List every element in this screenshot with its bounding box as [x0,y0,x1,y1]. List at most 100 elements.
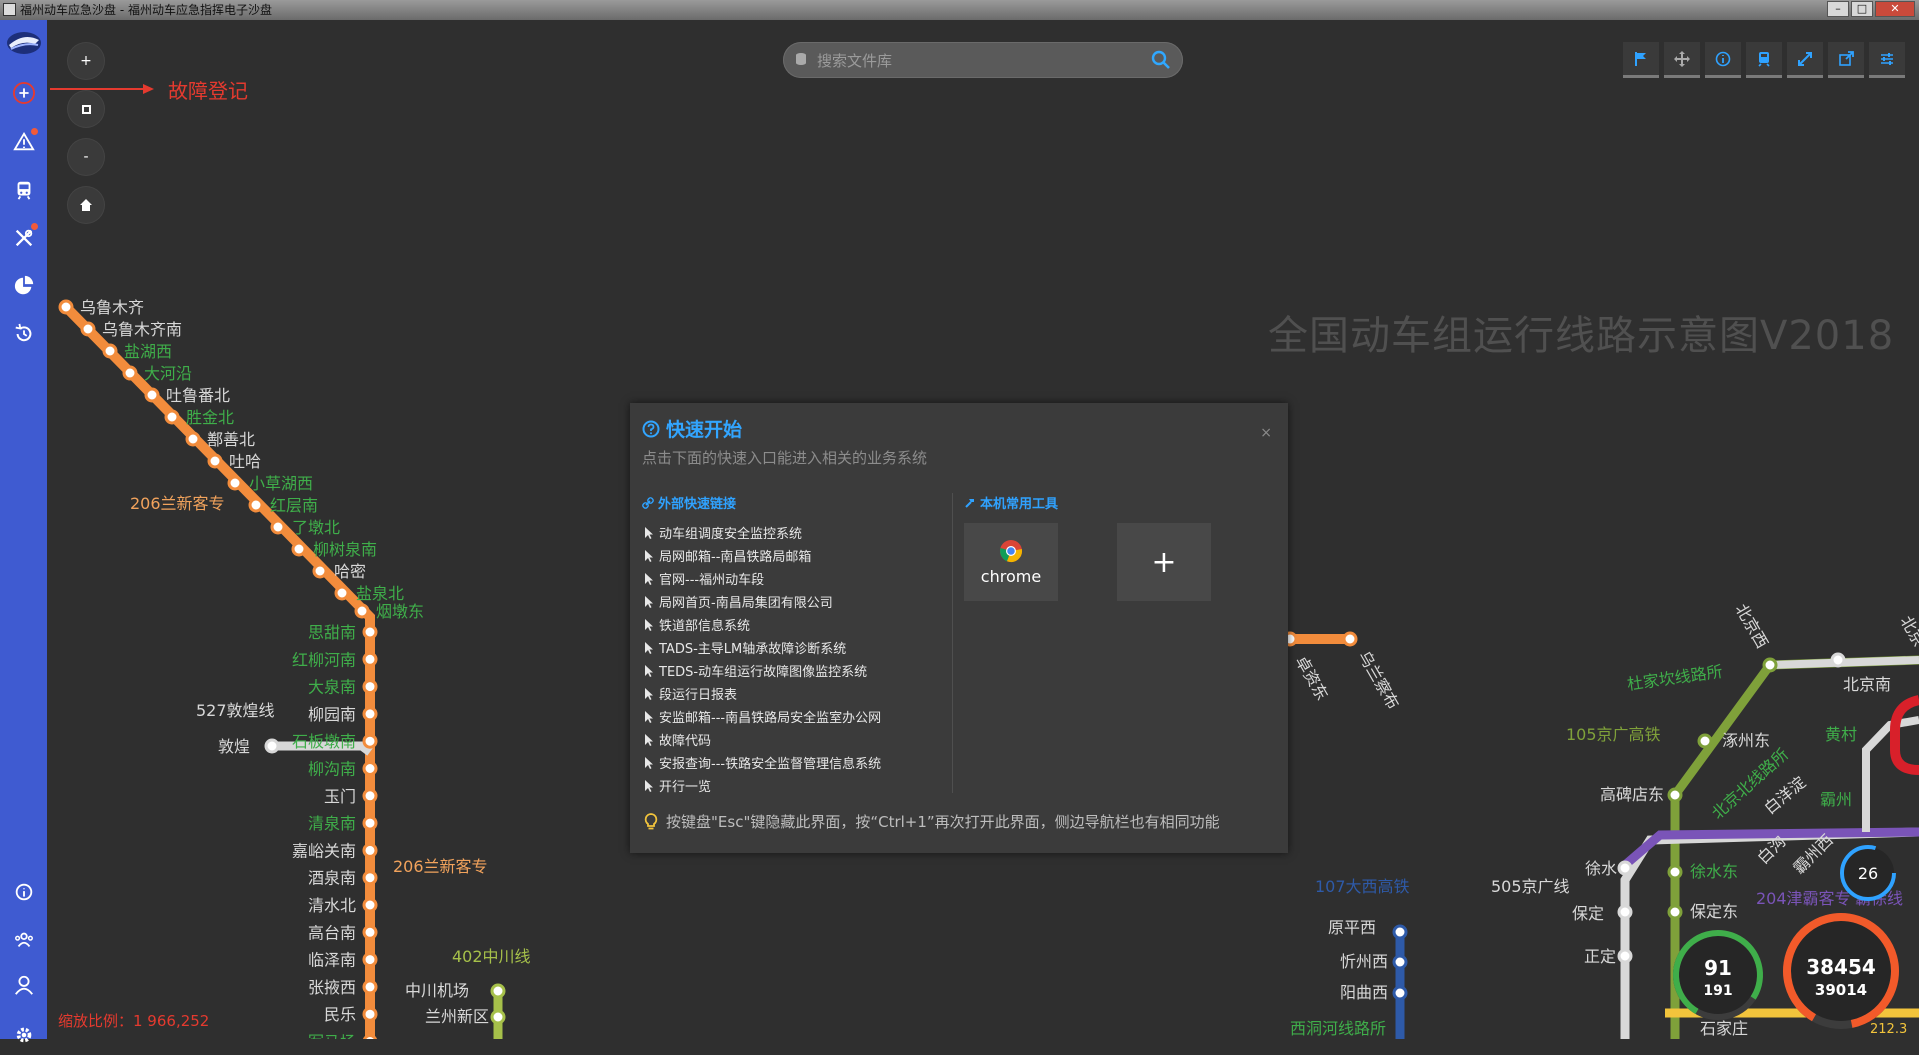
station-label: 军马场 [308,1033,356,1040]
quick-link-10[interactable]: 安报查询---铁路安全监督管理信息系统 [644,751,944,774]
cursor-icon [645,572,653,585]
station-marker[interactable] [270,519,286,535]
quick-link-11[interactable]: 开行一览 [644,774,944,797]
quick-link-1[interactable]: 局网邮箱--南昌铁路局邮箱 [644,544,944,567]
station-label: 兰州新区 [425,1007,489,1026]
station-marker[interactable] [1617,860,1633,876]
station-marker[interactable] [362,870,378,886]
station-marker[interactable] [312,563,328,579]
station-marker[interactable] [362,1034,378,1040]
station-marker[interactable] [291,541,307,557]
station-marker[interactable] [1617,948,1633,964]
station-label: 吐鲁番北 [166,386,230,405]
station-label: 盐泉北 [356,584,404,603]
station-marker[interactable] [264,738,280,754]
station-marker[interactable] [362,733,378,749]
station-marker[interactable] [1667,864,1683,880]
section-divider [952,493,953,793]
station-label: 柳园南 [308,705,356,724]
quick-link-6[interactable]: TEDS-动车组运行故障图像监控系统 [644,659,944,682]
station-marker[interactable] [227,475,243,491]
station-marker[interactable] [207,453,223,469]
gauge-red: 38454 39014 [1783,913,1899,1029]
station-marker[interactable] [362,952,378,968]
external-links-heading-text: 外部快速链接 [658,497,737,512]
quick-link-4[interactable]: 铁道部信息系统 [644,613,944,636]
station-marker[interactable] [58,299,74,315]
station-label: 大河沿 [144,364,192,383]
quick-link-label: 官网---福州动车段 [659,573,765,588]
quick-link-label: 故障代码 [659,734,712,749]
station-marker[interactable] [362,897,378,913]
quick-link-9[interactable]: 故障代码 [644,728,944,751]
station-label: 民乐 [324,1005,356,1024]
station-label: 西洞河线路所 [1290,1019,1386,1038]
quick-link-7[interactable]: 段运行日报表 [644,682,944,705]
cursor-icon [645,756,653,769]
station-marker[interactable] [362,924,378,940]
station-label: 清泉南 [308,814,356,833]
station-marker[interactable] [1617,904,1633,920]
station-marker[interactable] [490,1009,506,1025]
station-marker[interactable] [1697,733,1713,749]
station-marker[interactable] [354,603,370,619]
station-label: 乌兰察布 [1355,648,1403,713]
station-label: 涿州东 [1722,731,1770,750]
station-marker[interactable] [362,761,378,776]
station-marker[interactable] [248,497,264,513]
station-label: 清水北 [308,896,356,915]
station-label: 胜金北 [186,408,234,427]
station-label: 思甜南 [308,623,356,642]
quick-link-8[interactable]: 安监邮箱---南昌铁路局安全监室办公网 [644,705,944,728]
station-marker[interactable] [362,679,378,695]
station-label: 敦煌 [218,737,250,756]
station-marker[interactable] [490,983,506,999]
station-marker[interactable] [1667,904,1683,920]
station-marker[interactable] [1762,657,1778,673]
external-links-list: 动车组调度安全监控系统 局网邮箱--南昌铁路局邮箱官网---福州动车段局网首页-南… [644,521,944,797]
station-marker[interactable] [102,343,118,359]
station-marker[interactable] [1667,787,1683,803]
line-label-527: 527敦煌线 [196,701,275,720]
gauge-green-top: 91 [1704,956,1732,980]
line-label-105: 105京广高铁 [1566,725,1661,744]
station-marker[interactable] [1342,631,1358,647]
line-label-204: 204津霸客专 [1756,889,1851,908]
station-marker[interactable] [1392,985,1408,1001]
station-marker[interactable] [144,387,160,403]
add-tool-button[interactable]: + [1117,523,1211,601]
line-label-206: 206兰新客专 [130,494,225,513]
quick-link-0[interactable]: 动车组调度安全监控系统 [644,521,944,544]
station-marker[interactable] [334,585,350,601]
station-label: 哈密 [334,562,366,581]
station-marker[interactable] [362,979,378,995]
quick-link-label: 安监邮箱---南昌铁路局安全监室办公网 [659,711,882,726]
station-marker[interactable] [362,1006,378,1022]
station-label: 大泉南 [308,678,356,697]
station-label: 保定东 [1690,902,1738,921]
station-marker[interactable] [1392,924,1408,940]
station-marker[interactable] [185,431,201,447]
station-label: 中川机场 [405,981,469,1000]
station-marker[interactable] [362,624,378,640]
station-marker[interactable] [1392,954,1408,970]
station-marker[interactable] [362,651,378,667]
station-marker[interactable] [362,842,378,858]
quick-link-5[interactable]: TADS-主导LM轴承故障诊断系统 [644,636,944,659]
station-marker[interactable] [362,788,378,804]
station-marker[interactable] [164,409,180,425]
gauge-green-bottom: 191 [1703,983,1732,999]
quickstart-title-text: 快速开始 [666,419,743,441]
station-marker[interactable] [122,365,138,381]
chrome-tool-tile[interactable]: chrome [964,523,1058,601]
station-marker[interactable] [1830,652,1846,668]
quick-link-2[interactable]: 官网---福州动车段 [644,567,944,590]
dialog-close-button[interactable]: × [1260,425,1272,441]
station-marker[interactable] [362,706,378,722]
quick-link-3[interactable]: 局网首页-南昌局集团有限公司 [644,590,944,613]
cursor-icon [645,664,653,677]
cursor-icon [645,733,653,746]
station-marker[interactable] [80,321,96,337]
scale-readout: 缩放比例：1 966,252 [58,1012,210,1030]
station-marker[interactable] [362,815,378,831]
